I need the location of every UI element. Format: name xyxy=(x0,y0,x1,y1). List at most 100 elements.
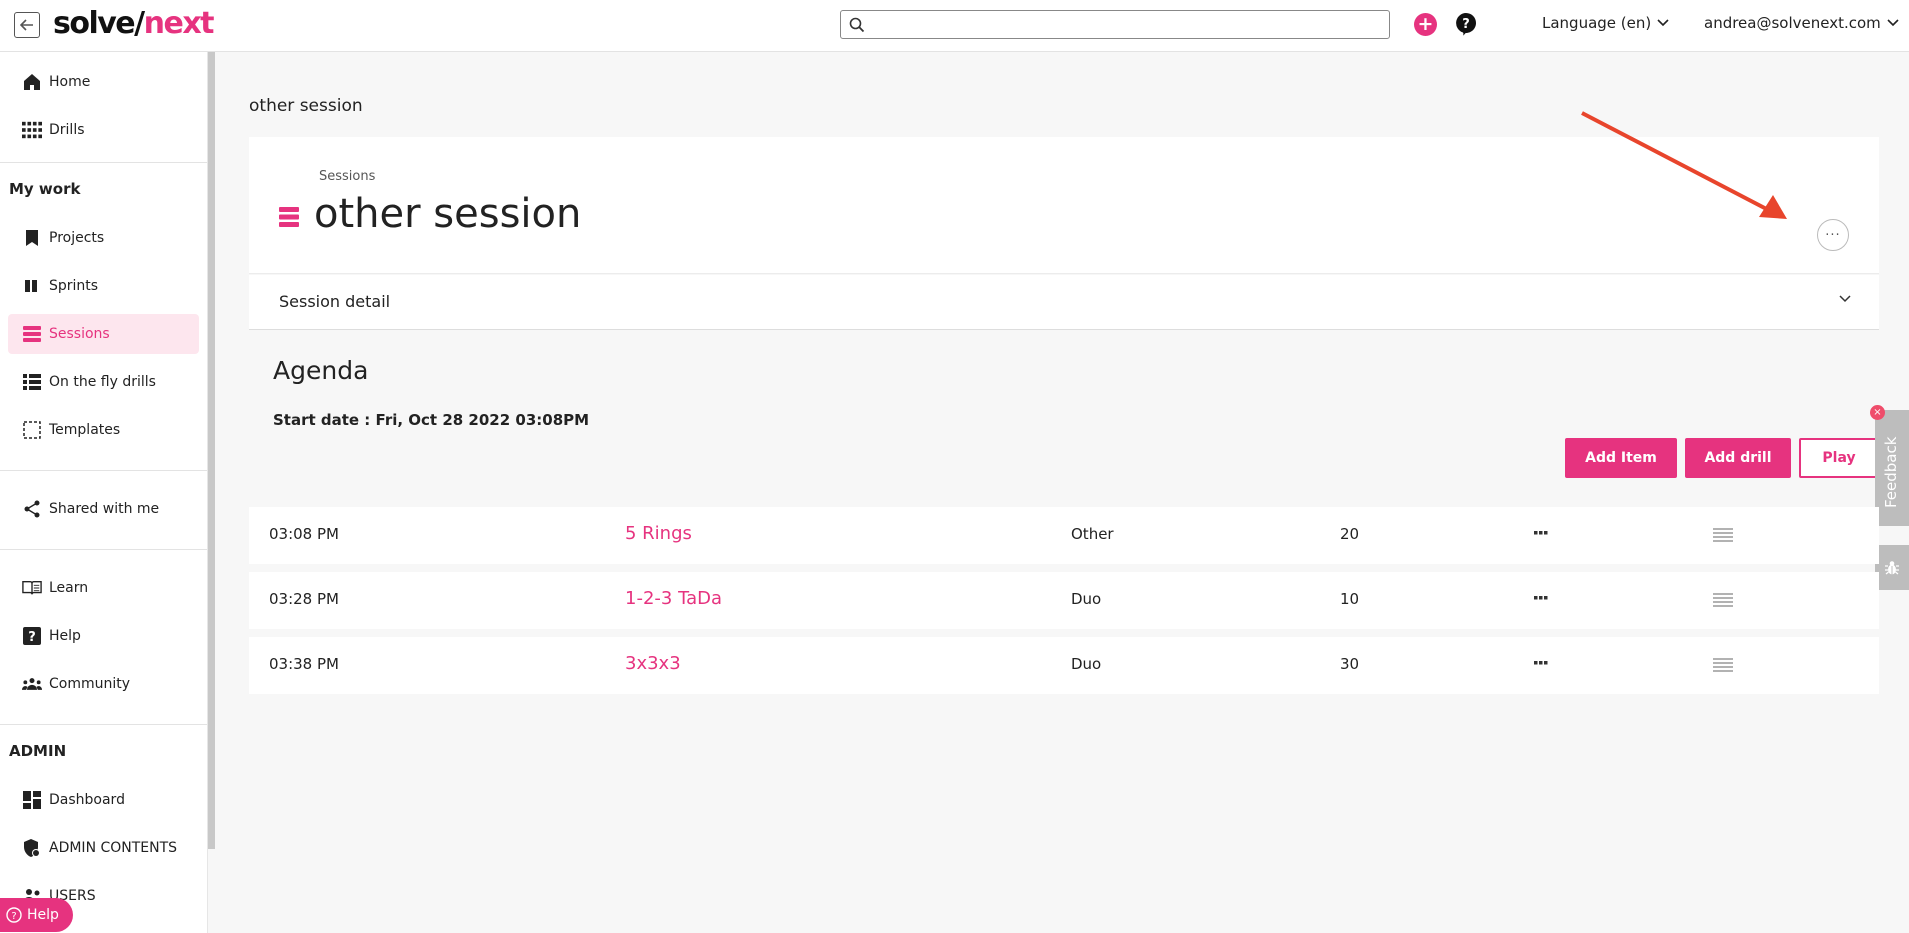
bookmark-icon xyxy=(22,228,42,248)
annotation-arrow-icon xyxy=(1581,111,1787,219)
sessions-icon xyxy=(22,324,42,344)
more-horizontal-icon[interactable] xyxy=(1534,596,1548,600)
sidebar-item-label: Home xyxy=(49,74,91,90)
language-label: Language (en) xyxy=(1542,14,1652,32)
sidebar-item-label: Sessions xyxy=(49,326,110,342)
sidebar-item-label: Projects xyxy=(49,230,105,246)
sidebar-item-on-the-fly-drills[interactable]: On the fly drills xyxy=(8,362,199,402)
arrow-left-icon xyxy=(20,19,33,31)
agenda-time: 03:08 PM xyxy=(269,525,339,543)
sidebar-divider xyxy=(0,162,207,163)
back-button[interactable] xyxy=(14,12,40,38)
sidebar-item-sessions[interactable]: Sessions xyxy=(8,314,199,354)
user-menu[interactable]: andrea@solvenext.com xyxy=(1704,14,1899,32)
more-horizontal-icon[interactable] xyxy=(1534,661,1548,665)
agenda-drill-link[interactable]: 5 Rings xyxy=(625,523,692,544)
columns-icon xyxy=(22,276,42,296)
grid-icon xyxy=(22,120,42,140)
template-icon xyxy=(22,420,42,440)
table-row: 03:08 PM 5 Rings Other 20 xyxy=(249,507,1879,564)
ellipsis-icon: ··· xyxy=(1825,227,1841,243)
question-circle-icon: ? xyxy=(6,907,22,923)
search-input[interactable] xyxy=(840,10,1390,39)
people-icon xyxy=(22,674,42,694)
sidebar-item-label: Sprints xyxy=(49,278,99,294)
share-icon xyxy=(22,499,42,519)
start-date: Start date : Fri, Oct 28 2022 03:08PM xyxy=(273,411,590,429)
book-icon xyxy=(22,578,42,598)
sidebar-item-label: Dashboard xyxy=(49,792,125,808)
svg-text:?: ? xyxy=(1462,17,1470,32)
sidebar-item-shared-with-me[interactable]: Shared with me xyxy=(8,489,199,529)
sidebar-item-dashboard[interactable]: Dashboard xyxy=(8,780,199,820)
sidebar-item-projects[interactable]: Projects xyxy=(8,218,199,258)
section-title-my-work: My work xyxy=(9,180,81,198)
drag-handle-icon[interactable] xyxy=(1713,658,1733,672)
play-button[interactable]: Play xyxy=(1799,438,1879,478)
add-button[interactable]: + xyxy=(1414,13,1437,36)
breadcrumb[interactable]: Sessions xyxy=(319,169,375,184)
shield-icon xyxy=(22,838,42,858)
feedback-tab[interactable]: Feedback xyxy=(1875,410,1909,526)
sidebar-item-label: On the fly drills xyxy=(49,374,156,390)
agenda-type: Other xyxy=(1071,525,1114,543)
sidebar-item-admin-contents[interactable]: ADMIN CONTENTS xyxy=(8,828,199,868)
sidebar-item-help[interactable]: ? Help xyxy=(8,616,199,656)
feedback-close-badge[interactable]: × xyxy=(1870,405,1885,420)
agenda-duration: 30 xyxy=(1340,655,1360,673)
chevron-down-icon xyxy=(1839,295,1851,303)
search-icon xyxy=(849,17,865,33)
sidebar-divider xyxy=(0,549,207,550)
sidebar-item-learn[interactable]: Learn xyxy=(8,568,199,608)
session-detail-accordion[interactable]: Session detail xyxy=(249,275,1879,330)
agenda-type: Duo xyxy=(1071,655,1102,673)
sidebar-item-label: Drills xyxy=(49,122,85,138)
session-detail-label: Session detail xyxy=(279,292,391,311)
agenda-drill-link[interactable]: 1-2-3 TaDa xyxy=(625,588,722,609)
drag-handle-icon[interactable] xyxy=(1713,528,1733,542)
add-drill-button[interactable]: Add drill xyxy=(1685,438,1791,478)
sidebar-scrollbar[interactable] xyxy=(208,52,215,849)
bug-icon xyxy=(1885,560,1899,575)
chevron-down-icon xyxy=(1657,19,1669,27)
user-email: andrea@solvenext.com xyxy=(1704,14,1881,32)
drag-handle-icon[interactable] xyxy=(1713,593,1733,607)
sidebar-item-home[interactable]: Home xyxy=(8,62,199,102)
sidebar-item-community[interactable]: Community xyxy=(8,664,199,704)
add-item-button[interactable]: Add Item xyxy=(1565,438,1677,478)
more-options-button[interactable]: ··· xyxy=(1817,219,1849,251)
sidebar-item-drills[interactable]: Drills xyxy=(8,110,199,150)
sidebar-item-label: Shared with me xyxy=(49,501,160,517)
logo[interactable]: solve/next xyxy=(53,6,215,42)
help-fab-button[interactable]: ? Help xyxy=(0,898,73,932)
language-dropdown[interactable]: Language (en) xyxy=(1542,14,1669,32)
agenda-type: Duo xyxy=(1071,590,1102,608)
more-horizontal-icon[interactable] xyxy=(1534,531,1548,535)
section-title-admin: ADMIN xyxy=(9,742,67,760)
sidebar-item-templates[interactable]: Templates xyxy=(8,410,199,450)
sidebar-item-label: Templates xyxy=(49,422,121,438)
feedback-label: Feedback xyxy=(1882,436,1900,508)
svg-text:?: ? xyxy=(11,911,16,922)
sidebar-item-sprints[interactable]: Sprints xyxy=(8,266,199,306)
home-icon xyxy=(22,72,42,92)
agenda-time: 03:28 PM xyxy=(269,590,339,608)
agenda-drill-link[interactable]: 3x3x3 xyxy=(625,653,681,674)
sidebar-divider xyxy=(0,470,207,471)
agenda-title: Agenda xyxy=(273,356,369,385)
session-title: other session xyxy=(314,191,582,237)
help-bubble-icon[interactable]: ? xyxy=(1455,12,1477,36)
question-icon: ? xyxy=(22,626,42,646)
table-row: 03:38 PM 3x3x3 Duo 30 xyxy=(249,637,1879,694)
svg-text:?: ? xyxy=(28,630,36,645)
agenda-duration: 20 xyxy=(1340,525,1360,543)
help-fab-label: Help xyxy=(27,907,59,923)
agenda-duration: 10 xyxy=(1340,590,1360,608)
sidebar-item-label: Community xyxy=(49,676,131,692)
list-icon xyxy=(22,372,42,392)
logo-text-solve: solve/ xyxy=(53,6,145,41)
sessions-icon xyxy=(279,207,299,227)
dashboard-icon xyxy=(22,790,42,810)
sidebar-item-label: Help xyxy=(49,628,81,644)
bug-report-tab[interactable] xyxy=(1875,545,1909,590)
